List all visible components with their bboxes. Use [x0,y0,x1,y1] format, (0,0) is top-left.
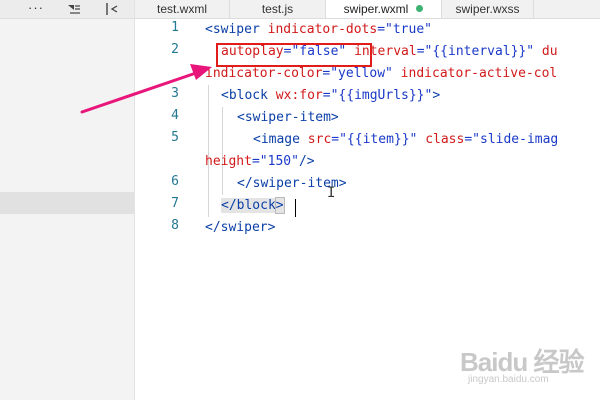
line-number: 4 [171,108,179,123]
code-line-5-wrap: height="150"/> [205,154,315,169]
autoplay-highlight-box [216,43,372,67]
tab-overflow[interactable] [534,0,600,18]
unsaved-dot-icon [416,5,424,12]
line-number: 1 [171,20,179,35]
line-number: 5 [171,130,179,145]
editor-tabs: test.wxml test.js swiper.wxml swiper.wxs… [135,0,600,19]
ibeam-cursor-icon: I [327,185,336,201]
tab-swiper-wxss[interactable]: swiper.wxss [442,0,534,18]
code-line-4: <swiper-item> [237,110,339,125]
line-number: 7 [171,196,179,211]
code-line-8: </swiper> [205,220,276,235]
explorer-sidebar: ··· [0,0,135,400]
tab-label: swiper.wxss [455,2,520,16]
tab-label: test.wxml [156,2,207,16]
sidebar-selected-row[interactable] [0,192,134,214]
code-line-5: <image src="{{item}}" class="slide-imag [253,132,559,147]
code-line-3: <block wx:for="{{imgUrls}}"> [221,88,441,103]
more-icon[interactable]: ··· [28,1,44,16]
watermark-url: jingyan.baidu.com [468,374,549,385]
code-line-7: </block> [221,197,285,214]
tab-label: swiper.wxml [343,2,409,16]
baidu-jingyan-watermark: Baidu 经验 jingyan.baidu.com [460,340,590,390]
split-editor-icon[interactable] [104,2,120,16]
tab-swiper-wxml[interactable]: swiper.wxml [326,0,442,18]
sidebar-toolbar: ··· [0,0,134,19]
line-number: 8 [171,218,179,233]
line-number: 3 [171,86,179,101]
text-cursor [295,199,296,217]
code-line-1: <swiper indicator-dots="true" [205,22,432,37]
collapse-all-icon[interactable] [66,2,82,16]
tab-test-js[interactable]: test.js [230,0,326,18]
line-number: 6 [171,174,179,189]
line-number: 2 [171,42,179,57]
tab-test-wxml[interactable]: test.wxml [135,0,230,18]
tab-label: test.js [261,2,294,16]
